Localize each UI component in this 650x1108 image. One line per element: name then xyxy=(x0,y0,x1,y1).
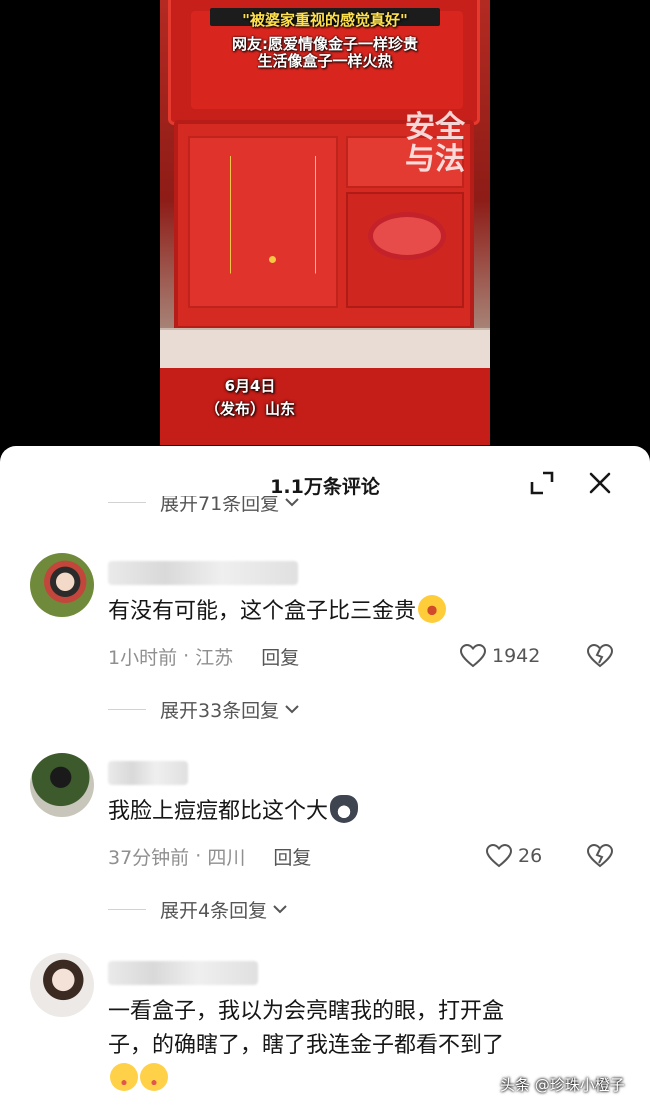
laugh-crying-emoji xyxy=(418,595,447,623)
close-icon[interactable] xyxy=(586,469,614,497)
broken-heart-icon[interactable] xyxy=(587,843,613,869)
bangle-image xyxy=(368,212,446,260)
expand-replies-button[interactable]: 展开33条回复 xyxy=(108,695,299,723)
like-count: 1942 xyxy=(492,645,541,667)
avatar[interactable] xyxy=(30,753,94,817)
fullscreen-icon[interactable] xyxy=(529,470,555,496)
expand-replies-button[interactable]: 展开4条回复 xyxy=(108,895,287,923)
comment-text: 有没有可能，这个盒子比三金贵 xyxy=(108,595,608,629)
necklace-image xyxy=(230,156,316,274)
comment-text: 我脸上痘痘都比这个大 xyxy=(108,795,608,829)
comment-meta: 37分钟前 · 四川 回复 xyxy=(108,841,311,871)
avatar[interactable] xyxy=(30,953,94,1017)
channel-watermark: 安全 与法 xyxy=(405,110,465,177)
heart-icon xyxy=(460,644,486,668)
pout-emoji xyxy=(140,1063,168,1091)
chevron-down-icon xyxy=(285,497,299,506)
username-blurred[interactable] xyxy=(108,961,258,985)
avatar[interactable] xyxy=(30,553,94,617)
video-date: 6月4日 xyxy=(224,377,276,395)
video-frame: "被婆家重视的感觉真好" 网友:愿爱情像金子一样珍贵 生活像盒子一样火热 安全 … xyxy=(160,0,490,445)
pout-emoji xyxy=(110,1063,138,1091)
video-player[interactable]: "被婆家重视的感觉真好" 网友:愿爱情像金子一样珍贵 生活像盒子一样火热 安全 … xyxy=(0,0,650,455)
comment-meta: 1小时前 · 江苏 回复 xyxy=(108,641,299,671)
video-caption-line2: 生活像盒子一样火热 xyxy=(257,52,393,70)
comment-sheet: 1.1万条评论 展开71条回复 有没有可能，这个盒子比三金贵 1小时前 · 江苏… xyxy=(0,446,650,1108)
like-count: 26 xyxy=(518,845,543,867)
reply-button[interactable]: 回复 xyxy=(261,643,299,670)
like-button[interactable]: 26 xyxy=(486,841,542,871)
source-credit: 头条 @珍珠小橙子 xyxy=(500,1076,625,1094)
username-blurred[interactable] xyxy=(108,761,188,785)
video-headline: "被婆家重视的感觉真好" xyxy=(242,11,408,29)
video-source: （发布）山东 xyxy=(204,400,295,418)
like-button[interactable]: 1942 xyxy=(460,641,540,671)
reply-button[interactable]: 回复 xyxy=(273,843,311,870)
chevron-down-icon xyxy=(285,704,299,713)
broken-heart-icon[interactable] xyxy=(587,643,613,669)
husky-emoji xyxy=(330,795,359,823)
username-blurred[interactable] xyxy=(108,561,298,585)
chevron-down-icon xyxy=(273,904,287,913)
heart-icon xyxy=(486,844,512,868)
expand-replies-button[interactable]: 展开71条回复 xyxy=(108,496,299,518)
